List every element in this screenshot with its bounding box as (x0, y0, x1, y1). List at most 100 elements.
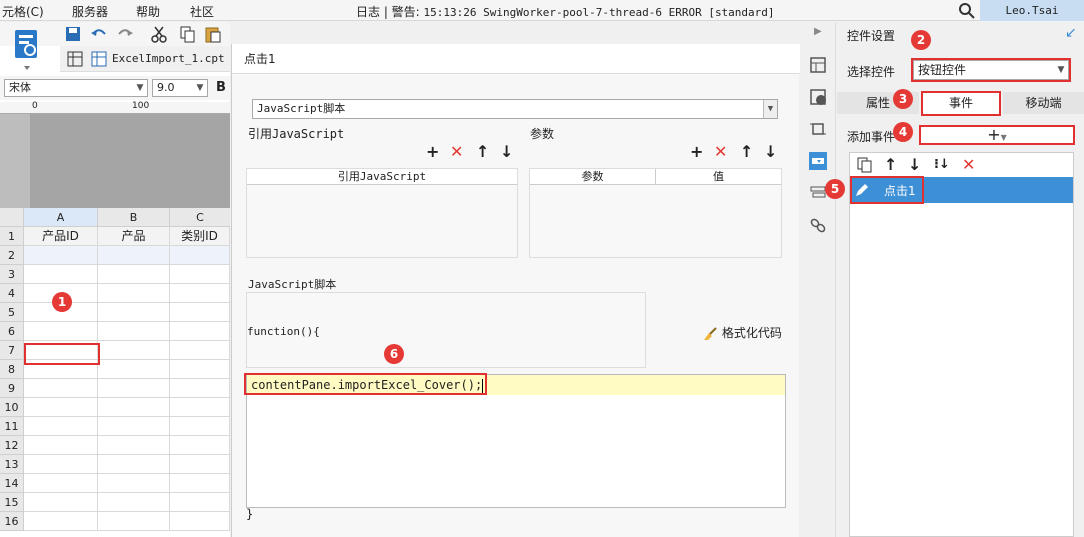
row-header[interactable]: 16 (0, 512, 24, 531)
table-cell[interactable] (24, 417, 98, 436)
table-cell[interactable] (170, 493, 230, 512)
table-cell[interactable] (170, 417, 230, 436)
table-cell[interactable] (98, 246, 170, 265)
table-cell[interactable] (98, 360, 170, 379)
tab-mobile[interactable]: 移动端 (1003, 92, 1084, 114)
table-cell[interactable] (98, 455, 170, 474)
table-cell[interactable] (24, 512, 98, 531)
add-event-button[interactable]: +▼ (919, 125, 1075, 145)
params-up-icon[interactable]: ↑ (740, 144, 753, 160)
row-header[interactable]: 13 (0, 455, 24, 474)
row-header[interactable]: 6 (0, 322, 24, 341)
row-header[interactable]: 14 (0, 474, 24, 493)
column-header-b[interactable]: B (98, 208, 170, 227)
table-cell[interactable] (24, 379, 98, 398)
table-cell[interactable] (98, 341, 170, 360)
table-cell[interactable] (98, 474, 170, 493)
table-cell[interactable] (24, 246, 98, 265)
copy-icon[interactable] (178, 25, 196, 43)
collapse-arrow-icon[interactable]: ▶ (814, 26, 822, 37)
widget-settings-icon[interactable] (809, 152, 827, 170)
row-header[interactable]: 9 (0, 379, 24, 398)
ref-js-delete-icon[interactable]: ✕ (450, 144, 463, 160)
undo-icon[interactable] (90, 25, 108, 43)
table-cell[interactable] (170, 436, 230, 455)
row-header[interactable]: 1 (0, 227, 24, 246)
table-cell[interactable] (98, 436, 170, 455)
table-cell[interactable] (170, 341, 230, 360)
menu-server[interactable]: 服务器 (72, 3, 108, 20)
move-up-icon[interactable]: ↑ (884, 157, 897, 173)
table-cell[interactable]: 类别ID (170, 227, 230, 246)
ref-js-add-icon[interactable]: + (426, 144, 439, 160)
table-cell[interactable] (98, 322, 170, 341)
collapse-panel-icon[interactable]: ↙ (1065, 25, 1077, 41)
table-cell[interactable] (170, 322, 230, 341)
file-tab[interactable]: ExcelImport_1.cpt * (60, 46, 238, 72)
row-header[interactable]: 8 (0, 360, 24, 379)
script-type-select[interactable]: JavaScript脚本 ▼ (252, 99, 778, 119)
table-cell[interactable] (170, 246, 230, 265)
menu-community[interactable]: 社区 (190, 3, 214, 20)
ref-js-up-icon[interactable]: ↑ (476, 144, 489, 160)
params-add-icon[interactable]: + (690, 144, 703, 160)
paste-icon[interactable] (204, 25, 222, 43)
menu-cell[interactable]: 元格(C) (2, 3, 44, 20)
table-cell[interactable] (98, 493, 170, 512)
row-header[interactable]: 2 (0, 246, 24, 265)
table-cell[interactable] (170, 398, 230, 417)
hyperlink-icon[interactable] (809, 216, 827, 234)
column-header-a[interactable]: A (24, 208, 98, 227)
ref-js-down-icon[interactable]: ↓ (500, 144, 513, 160)
table-cell[interactable] (170, 284, 230, 303)
row-header[interactable]: 10 (0, 398, 24, 417)
corner-cell[interactable] (0, 208, 24, 227)
bold-button[interactable]: B (216, 80, 226, 95)
params-down-icon[interactable]: ↓ (764, 144, 777, 160)
column-header-c[interactable]: C (170, 208, 230, 227)
row-header[interactable]: 3 (0, 265, 24, 284)
table-cell[interactable] (170, 265, 230, 284)
font-name-select[interactable]: 宋体 ▼ (4, 79, 148, 97)
row-header[interactable]: 12 (0, 436, 24, 455)
redo-icon[interactable] (116, 25, 134, 43)
params-delete-icon[interactable]: ✕ (714, 144, 727, 160)
table-cell[interactable] (170, 360, 230, 379)
table-cell[interactable] (98, 417, 170, 436)
table-cell[interactable] (170, 455, 230, 474)
table-cell[interactable] (98, 512, 170, 531)
table-cell[interactable] (24, 474, 98, 493)
cell-info-icon[interactable] (809, 88, 827, 106)
row-header[interactable]: 5 (0, 303, 24, 322)
row-header[interactable]: 15 (0, 493, 24, 512)
cell-attr-icon[interactable] (809, 56, 827, 74)
table-cell[interactable]: 产品 (98, 227, 170, 246)
delete-event-icon[interactable]: ✕ (962, 157, 975, 173)
copy-event-icon[interactable] (856, 156, 874, 174)
table-cell[interactable] (98, 398, 170, 417)
table-cell[interactable] (98, 265, 170, 284)
format-brush-icon[interactable] (230, 25, 248, 43)
font-size-select[interactable]: 9.0 ▼ (152, 79, 208, 97)
table-cell[interactable] (24, 322, 98, 341)
table-cell[interactable] (98, 284, 170, 303)
row-header[interactable]: 4 (0, 284, 24, 303)
table-cell[interactable] (24, 493, 98, 512)
table-cell[interactable] (170, 379, 230, 398)
table-cell[interactable] (24, 398, 98, 417)
row-header[interactable]: 11 (0, 417, 24, 436)
move-down-icon[interactable]: ↓ (908, 157, 921, 173)
sort-icon[interactable]: ⁝↓ (934, 157, 950, 173)
table-cell[interactable] (170, 474, 230, 493)
table-cell[interactable] (98, 303, 170, 322)
format-code-button[interactable]: 格式化代码 (702, 324, 782, 341)
table-cell[interactable] (24, 455, 98, 474)
row-header[interactable]: 7 (0, 341, 24, 360)
table-cell[interactable]: 产品ID (24, 227, 98, 246)
table-cell[interactable] (170, 303, 230, 322)
table-cell[interactable] (98, 379, 170, 398)
menu-help[interactable]: 帮助 (136, 3, 160, 20)
search-icon[interactable] (958, 2, 976, 20)
table-cell[interactable] (24, 436, 98, 455)
crop-icon[interactable] (809, 120, 827, 138)
